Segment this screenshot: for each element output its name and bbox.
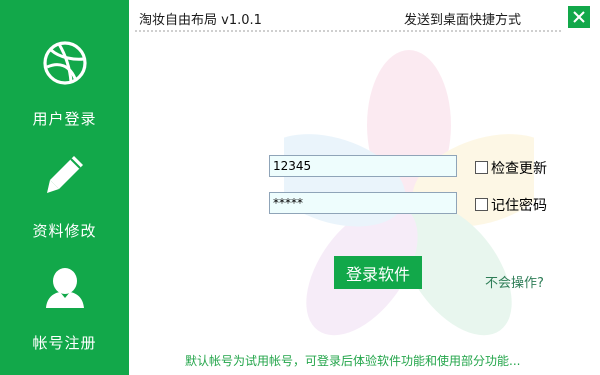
username-input[interactable]: [269, 155, 457, 177]
pencil-icon: [47, 156, 83, 193]
checkbox-box[interactable]: [475, 198, 488, 211]
title-bar: 淘妆自由布局 v1.0.1 发送到桌面快捷方式: [129, 0, 600, 34]
check-update-label: 检查更新: [491, 161, 547, 177]
sidebar-item-edit-profile[interactable]: 资料修改: [0, 134, 129, 246]
user-icon: [46, 268, 84, 308]
main-panel: 淘妆自由布局 v1.0.1 发送到桌面快捷方式 12345 ***** 检查更新…: [129, 0, 600, 375]
app-window: 用户登录 资料修改 帐号注册 淘妆自由布局 v1.0.1 发送到桌面快捷方式 1…: [0, 0, 600, 375]
dribbble-ball-icon: [43, 41, 87, 85]
footer-note: 默认帐号为试用帐号，可登录后体验软件功能和使用部分功能...: [185, 354, 521, 368]
login-button[interactable]: 登录软件: [334, 256, 422, 289]
checkbox-box[interactable]: [475, 161, 488, 174]
sidebar-item-register[interactable]: 帐号注册: [0, 246, 129, 358]
sidebar-item-label: 资料修改: [32, 222, 97, 240]
remember-password-label: 记住密码: [491, 198, 547, 214]
sidebar-item-label: 用户登录: [32, 110, 97, 128]
sidebar: 用户登录 资料修改 帐号注册: [0, 0, 129, 375]
send-to-desktop-link[interactable]: 发送到桌面快捷方式: [404, 9, 521, 28]
close-button[interactable]: [568, 6, 590, 28]
title-divider: [135, 30, 561, 32]
password-input[interactable]: [269, 192, 457, 214]
app-title: 淘妆自由布局 v1.0.1: [139, 13, 262, 28]
close-icon: [573, 11, 585, 23]
sidebar-item-user-login[interactable]: 用户登录: [0, 22, 129, 134]
sidebar-item-label: 帐号注册: [32, 334, 97, 352]
help-link[interactable]: 不会操作?: [485, 272, 544, 291]
